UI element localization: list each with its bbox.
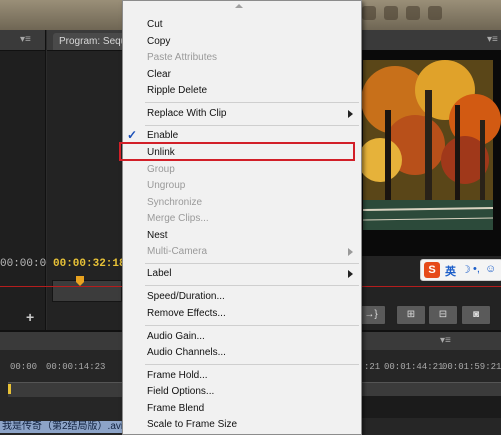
source-panel-header: ▾≡: [0, 30, 45, 51]
ime-toolbar[interactable]: S 英 ☽ •, ☺: [420, 259, 501, 281]
menu-item-cut[interactable]: Cut: [123, 17, 361, 33]
unlink-highlight-box: [119, 142, 355, 161]
menu-item-multi-camera: Multi-Camera: [123, 244, 361, 260]
submenu-arrow-icon: [348, 270, 353, 278]
menu-item-frame-blend[interactable]: Frame Blend: [123, 401, 361, 417]
add-button[interactable]: +: [26, 309, 34, 325]
menu-item-clear[interactable]: Clear: [123, 67, 361, 83]
menu-separator: [145, 364, 359, 365]
extract-button[interactable]: ⊟: [428, 305, 458, 325]
menu-item-frame-hold[interactable]: Frame Hold...: [123, 368, 361, 384]
menu-separator: [145, 285, 359, 286]
ruler-tick-label: 00:00: [10, 362, 38, 372]
video-frame: [355, 50, 501, 256]
menu-item-ripple-delete[interactable]: Ripple Delete: [123, 83, 361, 99]
punctuation-icon[interactable]: •,: [473, 263, 480, 275]
context-menu: Cut Copy Paste Attributes Clear Ripple D…: [122, 0, 362, 435]
toolbar-icon: [362, 6, 376, 20]
panel-menu-icon[interactable]: ▾≡: [440, 335, 451, 346]
menu-item-label[interactable]: Label: [123, 266, 361, 282]
panel-menu-icon[interactable]: ▾≡: [487, 34, 498, 45]
menu-item-speed-duration[interactable]: Speed/Duration...: [123, 289, 361, 305]
ruler-tick-label: 00:01:44:21: [384, 362, 444, 372]
ruler-tick-label: :21: [364, 362, 381, 372]
ime-logo-icon[interactable]: S: [424, 262, 440, 278]
ruler-tick-label: 00:00:14:23: [46, 362, 106, 372]
moon-icon[interactable]: ☽: [461, 263, 471, 276]
emoji-icon[interactable]: ☺: [485, 263, 496, 275]
submenu-arrow-icon: [348, 248, 353, 256]
menu-item-group: Group: [147, 164, 175, 175]
menu-item-field-options[interactable]: Field Options...: [123, 384, 361, 400]
menu-item-ungroup: Ungroup: [147, 180, 186, 191]
menu-item-audio-gain[interactable]: Audio Gain...: [123, 329, 361, 345]
forest-painting-image: [355, 50, 501, 256]
scroll-up-arrow-icon[interactable]: [235, 4, 243, 8]
menu-item-paste-attributes: Paste Attributes: [147, 52, 218, 63]
source-panel: [0, 30, 46, 330]
menu-item-nest[interactable]: Nest: [123, 228, 361, 244]
menu-item-merge-clips: Merge Clips...: [147, 213, 209, 224]
export-frame-button[interactable]: ◙: [461, 305, 491, 325]
menu-item-copy[interactable]: Copy: [123, 34, 361, 50]
toolbar-icon: [428, 6, 442, 20]
menu-item-synchronize: Synchronize: [147, 197, 203, 208]
work-area-marker[interactable]: [8, 384, 11, 394]
timeline-clip[interactable]: 我是传奇（第2结局版）.avi: [0, 421, 124, 433]
menu-separator: [145, 325, 359, 326]
menu-separator: [145, 125, 359, 126]
submenu-arrow-icon: [348, 110, 353, 118]
timeline-empty-area: [350, 396, 501, 418]
menu-item-scale-to-frame-size[interactable]: Scale to Frame Size: [123, 417, 361, 433]
toolbar-icon: [406, 6, 420, 20]
lift-button[interactable]: ⊞: [396, 305, 426, 325]
toolbar-icon: [384, 6, 398, 20]
menu-separator: [145, 102, 359, 103]
menu-item-audio-channels[interactable]: Audio Channels...: [123, 345, 361, 361]
ime-language-toggle[interactable]: 英: [445, 263, 456, 279]
source-timecode: 00:00:00: [0, 258, 53, 270]
panel-menu-icon[interactable]: ▾≡: [20, 34, 31, 45]
menu-item-replace-with-clip[interactable]: Replace With Clip: [123, 106, 361, 122]
tab-program-sequence[interactable]: Program: Seque: [53, 33, 129, 50]
program-timecode[interactable]: 00:00:32:18: [53, 258, 126, 270]
menu-item-remove-effects[interactable]: Remove Effects...: [123, 306, 361, 322]
ruler-tick-label: 00:01:59:21: [442, 362, 501, 372]
checkmark-icon: ✓: [127, 128, 138, 142]
menu-separator: [145, 263, 359, 264]
program-scrub-bar[interactable]: [52, 280, 122, 302]
